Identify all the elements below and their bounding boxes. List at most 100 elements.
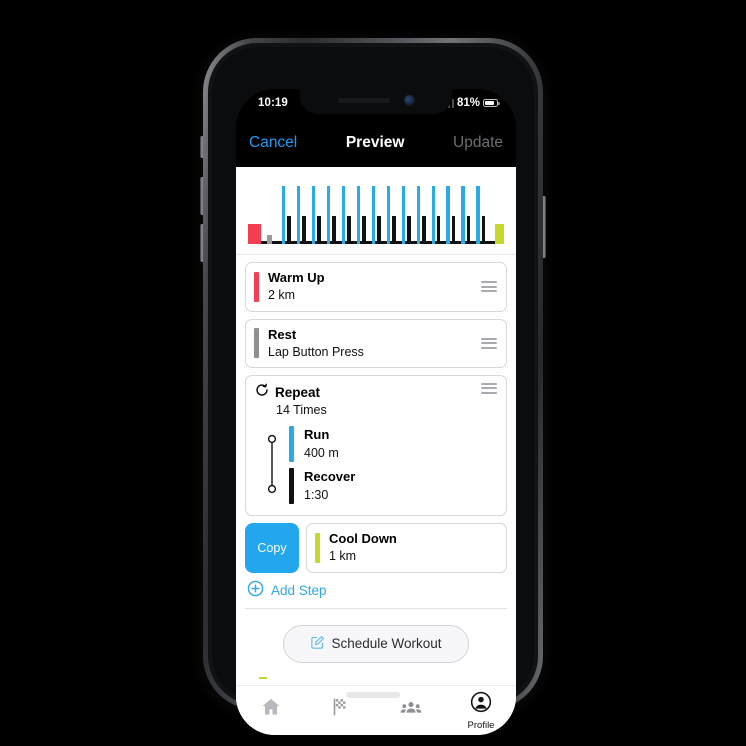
- chart-bar: [362, 216, 366, 244]
- schedule-workout-button[interactable]: Schedule Workout: [283, 624, 469, 663]
- update-button[interactable]: Update: [453, 134, 503, 152]
- phone-screen: 10:19 81% Cancel Preview Update Warm Up …: [236, 89, 516, 735]
- repeat-substeps: Run 400 m Recover 1:30: [289, 424, 497, 508]
- home-indicator: [346, 692, 400, 698]
- schedule-workout-label: Schedule Workout: [331, 636, 442, 651]
- tab-profile-label: Profile: [467, 719, 495, 731]
- drag-handle-icon[interactable]: [481, 281, 497, 293]
- chart-bar: [407, 216, 411, 244]
- tab-groups[interactable]: [376, 696, 446, 725]
- cancel-button[interactable]: Cancel: [249, 134, 297, 152]
- chart-bar: [281, 186, 286, 244]
- chart-bar: [461, 186, 465, 244]
- chart-bar: [317, 216, 321, 244]
- page-title: Preview: [345, 134, 405, 151]
- substep-texts: Run 400 m: [304, 427, 339, 461]
- chart-bar: [341, 186, 346, 244]
- step-texts: Rest Lap Button Press: [268, 327, 481, 361]
- steps-list[interactable]: Warm Up 2 km Rest Lap Button Press Repea…: [236, 255, 516, 735]
- repeat-substep[interactable]: Recover 1:30: [289, 466, 497, 508]
- step-detail: 1 km: [329, 549, 357, 564]
- chart-bar: [446, 186, 450, 244]
- repeat-substep[interactable]: Run 400 m: [289, 424, 497, 466]
- chart-bar: [356, 186, 361, 244]
- chart-bar: [326, 186, 331, 244]
- chart-bar: [481, 216, 486, 244]
- chart-bar: [451, 216, 456, 244]
- home-icon: [260, 696, 282, 723]
- notch: [300, 89, 452, 114]
- substep-color-bar: [289, 468, 294, 504]
- repeat-count-label: 14 Times: [276, 403, 327, 417]
- substep-title: Recover: [304, 469, 356, 485]
- partial-marker: [259, 676, 267, 679]
- substep-detail: 400 m: [304, 445, 339, 460]
- chart-bar: [347, 216, 351, 244]
- chart-bar: [431, 186, 435, 244]
- substep-color-bar: [289, 426, 294, 462]
- profile-icon: [470, 691, 492, 718]
- screenshot-root: 10:19 81% Cancel Preview Update Warm Up …: [0, 0, 746, 746]
- chart-bar: [296, 186, 301, 244]
- chart-bar: [287, 216, 291, 244]
- range-bracket-icon: [255, 424, 289, 508]
- chart-bar: [377, 216, 381, 244]
- step-title: Warm Up: [268, 270, 325, 285]
- step-texts: Cool Down 1 km: [329, 531, 497, 565]
- chart-bar: [466, 216, 471, 244]
- main-content: Warm Up 2 km Rest Lap Button Press Repea…: [236, 167, 516, 735]
- workout-profile-chart: [236, 167, 516, 255]
- tab-home[interactable]: [236, 696, 306, 725]
- tab-races[interactable]: [306, 696, 376, 725]
- earpiece-speaker-icon: [338, 98, 390, 103]
- copy-button[interactable]: Copy: [245, 523, 299, 573]
- repeat-icon: [255, 383, 269, 402]
- battery-icon: [483, 98, 500, 108]
- repeat-header: Repeat 14 Times: [255, 383, 497, 417]
- chart-bar: [248, 224, 262, 244]
- step-texts: Warm Up 2 km: [268, 270, 481, 304]
- step-color-bar: [254, 328, 259, 359]
- step-color-bar: [254, 271, 259, 302]
- chart-bar: [386, 186, 391, 244]
- chart-bar: [267, 235, 272, 244]
- add-step-button[interactable]: Add Step: [245, 578, 507, 609]
- step-card[interactable]: Rest Lap Button Press: [245, 318, 507, 368]
- drag-handle-icon[interactable]: [481, 383, 497, 394]
- flag-icon: [330, 696, 352, 723]
- tab-profile[interactable]: Profile: [446, 691, 516, 731]
- step-color-bar: [315, 532, 320, 563]
- people-icon: [399, 696, 423, 723]
- chart-bar: [392, 216, 396, 244]
- step-detail: Lap Button Press: [268, 344, 364, 359]
- chart-bar: [311, 186, 316, 244]
- chart-bar: [476, 186, 480, 244]
- chart-bar: [371, 186, 376, 244]
- chart-bar: [332, 216, 336, 244]
- substep-title: Run: [304, 427, 330, 443]
- phone-frame: 10:19 81% Cancel Preview Update Warm Up …: [203, 38, 543, 735]
- compose-icon: [310, 635, 325, 653]
- substep-detail: 1:30: [304, 487, 329, 502]
- plus-circle-icon: [247, 580, 264, 602]
- repeat-block-card[interactable]: Repeat 14 Times Run 400 m Recover 1:30: [245, 375, 507, 516]
- chart-plot-area: [248, 175, 504, 247]
- chart-bar: [422, 216, 426, 244]
- step-title: Rest: [268, 326, 297, 342]
- chart-bar: [401, 186, 406, 244]
- chart-bar: [302, 216, 306, 244]
- navigation-bar: Cancel Preview Update: [236, 119, 516, 167]
- drag-handle-icon[interactable]: [481, 337, 497, 349]
- step-title: Cool Down: [329, 531, 397, 546]
- step-card[interactable]: Warm Up 2 km: [245, 262, 507, 312]
- step-detail: 2 km: [268, 288, 296, 303]
- simple-steps-container: Warm Up 2 km Rest Lap Button Press: [245, 262, 507, 368]
- add-step-label: Add Step: [271, 583, 327, 598]
- chart-bar: [495, 224, 504, 244]
- status-time: 10:19: [258, 97, 288, 109]
- chart-bar: [437, 216, 441, 244]
- repeat-header-texts: Repeat 14 Times: [255, 383, 481, 417]
- schedule-area: Schedule Workout: [245, 608, 507, 669]
- repeat-title: Repeat: [275, 385, 321, 400]
- step-card-cool-down[interactable]: Cool Down 1 km: [306, 523, 507, 573]
